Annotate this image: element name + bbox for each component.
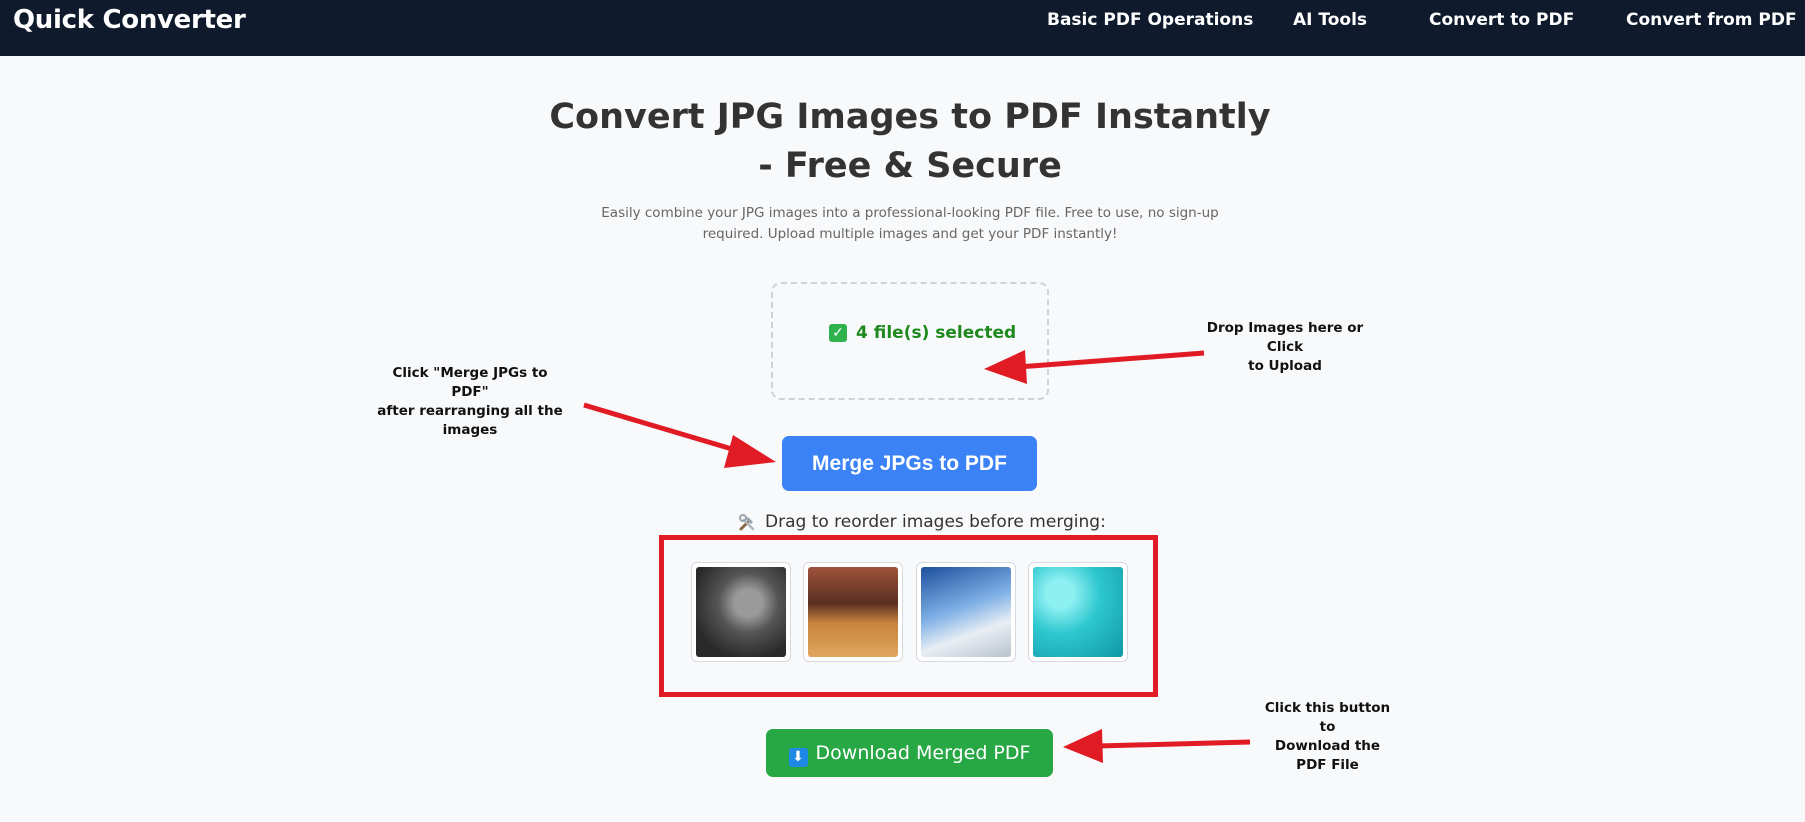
annotation-drop-note: Drop Images here or Click to Upload (1190, 319, 1380, 376)
annotation-download-note: Click this button to Download the PDF Fi… (1255, 699, 1400, 775)
image-thumbnail-3[interactable] (916, 562, 1016, 662)
download-merged-pdf-button[interactable]: ⬇ Download Merged PDF (766, 729, 1053, 777)
annotation-merge-line-3: images (442, 422, 498, 438)
annotation-merge-line-1: Click "Merge JPGs to PDF" (392, 365, 548, 400)
annotation-drop-line-2: to Upload (1248, 358, 1322, 374)
annotation-download-line-1: Click this button to (1264, 700, 1391, 735)
nav-convert-from-pdf[interactable]: Convert from PDF (1626, 10, 1797, 30)
files-selected-status: ✓ 4 file(s) selected (829, 321, 1016, 345)
page-subtitle-line-2: required. Upload multiple images and get… (702, 226, 1118, 242)
image-thumbnail-4[interactable] (1028, 562, 1128, 662)
top-navbar: Quick Converter Basic PDF Operations AI … (0, 0, 1805, 56)
arrow-to-download-button (1063, 729, 1251, 763)
page-subtitle: Easily combine your JPG images into a pr… (600, 203, 1220, 245)
nav-ai-tools[interactable]: AI Tools (1293, 10, 1367, 30)
butterflies-photo (1033, 567, 1123, 657)
annotation-merge-line-2: after rearranging all the (377, 403, 563, 419)
brand-logo[interactable]: Quick Converter (13, 5, 246, 35)
download-arrow-icon: ⬇ (788, 748, 808, 767)
annotation-drop-line-1: Drop Images here or Click (1206, 320, 1364, 355)
page-title: Convert JPG Images to PDF Instantly - Fr… (540, 93, 1280, 191)
table-photo (808, 567, 898, 657)
page-subtitle-line-1: Easily combine your JPG images into a pr… (601, 205, 1219, 221)
reorder-hint: Drag to reorder images before merging: (738, 510, 1106, 534)
page-title-line-1: Convert JPG Images to PDF Instantly (549, 97, 1271, 137)
arrow-to-merge-button (583, 402, 776, 468)
check-box-icon: ✓ (829, 324, 847, 342)
page-title-line-2: - Free & Secure (758, 146, 1062, 186)
nav-convert-to-pdf[interactable]: Convert to PDF (1429, 10, 1574, 30)
annotation-download-line-2: Download the (1274, 738, 1381, 754)
reorder-hint-text: Drag to reorder images before merging: (765, 512, 1106, 532)
image-thumbnail-1[interactable] (691, 562, 791, 662)
tools-icon (738, 513, 757, 532)
annotation-download-line-3: PDF File (1296, 757, 1359, 773)
airplane-wing-photo (921, 567, 1011, 657)
image-thumbnail-2[interactable] (803, 562, 903, 662)
nav-basic-pdf-operations[interactable]: Basic PDF Operations (1047, 10, 1253, 30)
portrait-photo (696, 567, 786, 657)
annotation-merge-note: Click "Merge JPGs to PDF" after rearrang… (375, 364, 565, 440)
merge-jpgs-button[interactable]: Merge JPGs to PDF (782, 436, 1037, 491)
files-selected-text: 4 file(s) selected (856, 323, 1017, 343)
download-button-label: Download Merged PDF (815, 742, 1031, 764)
